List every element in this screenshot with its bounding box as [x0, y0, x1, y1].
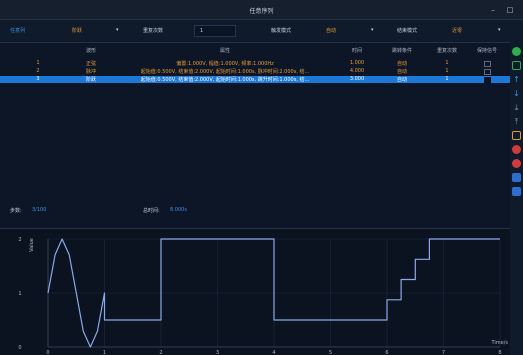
end-dropdown-icon[interactable]: ▾ — [498, 27, 501, 33]
title-bar: 任意序列 – □ — [0, 0, 523, 20]
hold-checkbox[interactable] — [484, 77, 491, 83]
total-time-label: 总时间: — [143, 208, 160, 214]
table-row[interactable]: 1 正弦 偏置:1.000V, 幅值:1.000V, 频率:1.000Hz 1.… — [0, 60, 510, 67]
x-tick-label: 2 — [159, 350, 162, 355]
delete-icon[interactable] — [512, 145, 521, 154]
import-icon[interactable]: ⤓ — [512, 103, 521, 112]
trigger-label: 触发模式 — [271, 28, 292, 34]
total-time-value: 8.000s — [170, 207, 187, 213]
row-wave: 阶跃 — [85, 77, 96, 83]
header-props: 属性 — [219, 48, 230, 54]
move-up-icon[interactable]: ↑ — [512, 75, 521, 84]
row-props: 偏置:1.000V, 幅值:1.000V, 频率:1.000Hz — [176, 61, 274, 67]
header-hold: 保持信号 — [476, 48, 497, 54]
row-jump: 自动 — [396, 77, 407, 83]
waveform-chart: 0 1 2 3 4 5 6 7 8 0 1 2 Value Time/s — [18, 237, 508, 355]
side-toolbar: ↑ ↓ ⤓ ⤒ — [510, 42, 523, 242]
row-repeat: 1 — [445, 76, 449, 82]
x-tick-label: 0 — [46, 350, 49, 355]
trigger-dropdown-icon[interactable]: ▾ — [371, 27, 374, 33]
step-count-label: 步数: — [10, 208, 22, 214]
header-jump: 跳转条件 — [391, 48, 412, 54]
repeat-value: 1 — [200, 28, 204, 34]
y-tick-label: 1 — [18, 291, 21, 297]
x-tick-label: 4 — [272, 350, 275, 355]
mode-dropdown-icon[interactable]: ▾ — [116, 27, 119, 33]
toolbar: 任意列 阶跃 ▾ 重复次数 1 触发模式 自动 ▾ 结束模式 近零 ▾ — [0, 24, 523, 40]
row-time: 4.000 — [349, 68, 365, 74]
header-wave: 波形 — [85, 48, 96, 54]
tab-arbitrary[interactable]: 任意列 — [10, 27, 25, 34]
clear-icon[interactable] — [512, 159, 521, 168]
end-label: 结束模式 — [397, 28, 418, 34]
hold-checkbox[interactable] — [484, 69, 491, 75]
row-index: 1 — [36, 60, 40, 66]
repeat-label: 重复次数 — [143, 28, 164, 34]
x-tick-label: 7 — [442, 350, 445, 355]
checkbox-icon[interactable] — [512, 61, 521, 70]
x-tick-label: 8 — [498, 350, 501, 355]
table-header: 波形 属性 时间 跳转条件 重复次数 保持信号 — [0, 47, 510, 57]
row-time: 1.000 — [349, 60, 365, 66]
save-icon[interactable] — [512, 173, 521, 182]
load-icon[interactable] — [512, 187, 521, 196]
y-tick-label: 2 — [18, 237, 21, 243]
x-tick-label: 6 — [385, 350, 388, 355]
x-tick-label: 5 — [329, 350, 332, 355]
x-tick-label: 1 — [103, 350, 106, 355]
y-axis-label: Value — [29, 238, 35, 252]
x-tick-label: 3 — [216, 350, 219, 355]
window-title: 任意序列 — [249, 8, 274, 15]
header-repeat: 重复次数 — [436, 48, 457, 54]
stats-bar: 步数: 3/100 总时间: 8.000s — [0, 207, 510, 217]
y-tick-label: 0 — [18, 345, 21, 351]
row-repeat: 1 — [445, 68, 449, 74]
row-repeat: 1 — [445, 60, 449, 66]
step-count-value: 3/100 — [32, 207, 47, 213]
end-select[interactable]: 近零 — [452, 27, 462, 34]
row-jump: 自动 — [396, 69, 407, 75]
row-props: 起始值:0.500V, 结束值:2.000V, 起始时间:1.000s, 跳升时… — [140, 77, 310, 83]
row-time: 3.000 — [349, 76, 365, 82]
table-row-selected[interactable]: 3 阶跃 起始值:0.500V, 结束值:2.000V, 起始时间:1.000s… — [0, 76, 510, 83]
minimize-button[interactable]: – — [488, 5, 498, 15]
hold-checkbox[interactable] — [484, 61, 491, 67]
export-icon[interactable]: ⤒ — [512, 117, 521, 126]
mode-select[interactable]: 阶跃 — [72, 27, 82, 34]
maximize-button[interactable]: □ — [505, 5, 515, 15]
waveform-plot[interactable]: 0 1 2 3 4 5 6 7 8 0 1 2 Value Time/s — [0, 228, 510, 355]
table-row[interactable]: 2 脉冲 起始值:0.500V, 结束值:2.000V, 起始时间:1.000s… — [0, 68, 510, 75]
row-index: 3 — [36, 76, 40, 82]
row-jump: 自动 — [396, 61, 407, 67]
add-icon[interactable] — [512, 47, 521, 56]
header-time: 时间 — [351, 48, 362, 54]
x-axis-label: Time/s — [490, 340, 508, 346]
row-wave: 正弦 — [85, 61, 96, 67]
row-wave: 脉冲 — [85, 69, 96, 75]
repeat-input[interactable]: 1 — [194, 25, 236, 37]
move-down-icon[interactable]: ↓ — [512, 89, 521, 98]
trigger-select[interactable]: 自动 — [326, 27, 336, 34]
row-props: 起始值:0.500V, 结束值:2.000V, 起始时间:1.000s, 脉冲时… — [140, 69, 310, 75]
row-index: 2 — [36, 68, 40, 74]
folder-icon[interactable] — [512, 131, 521, 140]
